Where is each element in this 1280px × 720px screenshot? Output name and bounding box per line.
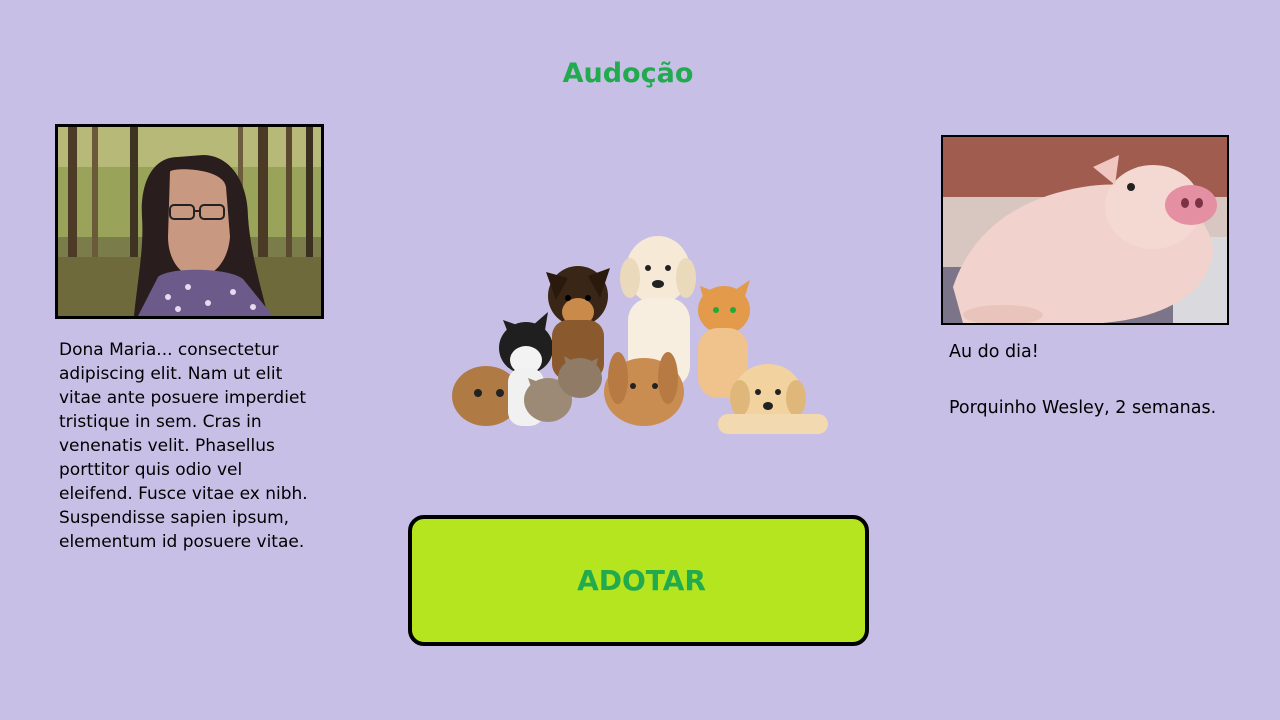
woman-photo (55, 124, 324, 319)
pets-group-image (448, 228, 834, 444)
featured-headline: Au do dia! (949, 342, 1039, 362)
piglet-image (943, 137, 1227, 323)
piglet-photo (941, 135, 1229, 325)
featured-animal-info: Au do dia! Porquinho Wesley, 2 semanas. (949, 338, 1269, 422)
page-title: Audoção (562, 58, 694, 89)
adopt-button[interactable]: ADOTAR (408, 515, 869, 646)
pets-illustration (452, 236, 828, 434)
featured-caption: Porquinho Wesley, 2 semanas. (949, 398, 1217, 418)
woman-image (58, 127, 321, 316)
left-description: Dona Maria... consectetur adipiscing eli… (59, 340, 308, 552)
